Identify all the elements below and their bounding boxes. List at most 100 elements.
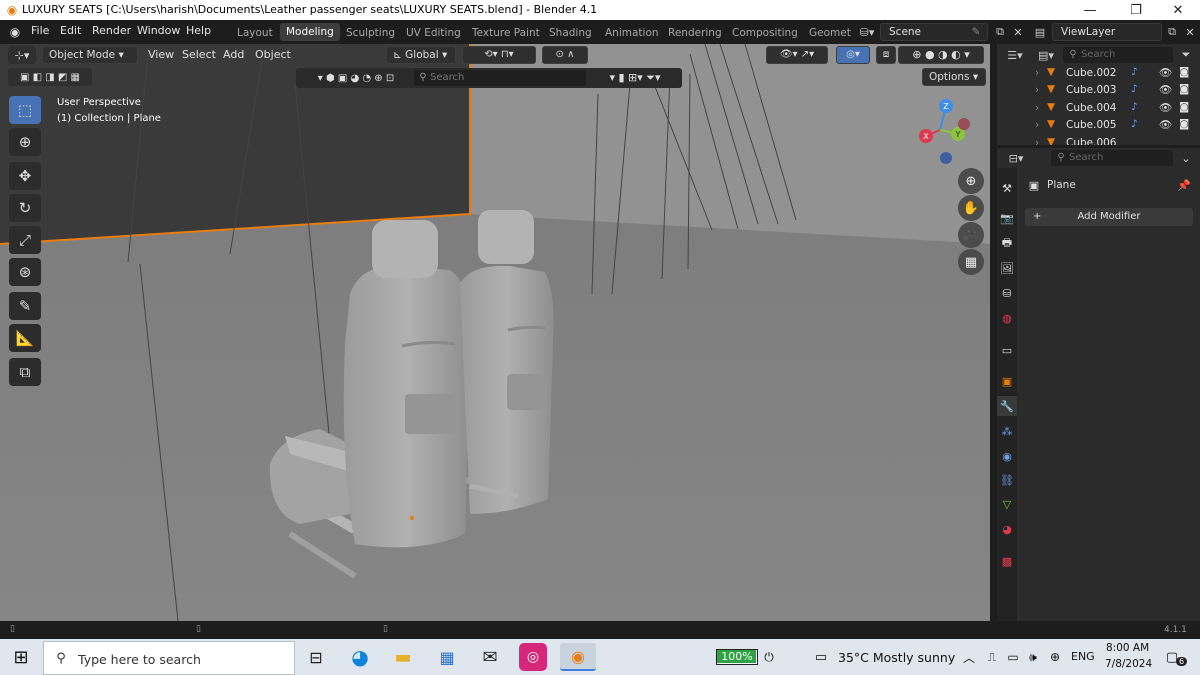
viewport-menu-add[interactable]: Add [223,48,244,61]
tab-animation[interactable]: Animation [605,27,659,39]
viewport-menu-view[interactable]: View [148,48,174,61]
modifier-tab-icon[interactable]: 🔧 [997,396,1017,416]
shading-mode-icon[interactable]: ⊕ ● ◑ ◐ ▾ [898,46,984,64]
viewport-menu-object[interactable]: Object [255,48,291,61]
windows-start-icon[interactable]: ⊞ [6,643,36,671]
orientation-dropdown[interactable]: ⊾ Global ▾ [386,46,456,64]
filter-icon[interactable]: ▾ ▮ ⊞▾ ⏷▾ [592,70,678,86]
battery-indicator[interactable]: 100% [716,649,758,665]
outliner-type-icon[interactable]: ☰▾ [1002,47,1028,63]
eye-icon[interactable]: 👁 [1159,118,1172,131]
move-tool[interactable]: ✥ [9,162,41,190]
select-box-tool[interactable]: ⬚ [9,96,41,124]
scale-tool[interactable]: ⤢ [9,226,41,254]
tab-shading[interactable]: Shading [549,27,592,39]
usb-icon[interactable]: ⎍ [984,649,1000,665]
eye-icon[interactable]: 👁 [1159,83,1172,96]
scene-tab-icon[interactable]: ⛁ [997,283,1017,303]
chevron-up-icon[interactable]: ︿ [962,649,976,665]
constraints-tab-icon[interactable]: ⛓ [997,470,1017,490]
viewport-menu-select[interactable]: Select [182,48,216,61]
outliner-row[interactable]: › ▼ Cube.002 ♪ 👁 ◙ [997,65,1200,82]
camera-icon[interactable]: ◙ [1179,66,1189,78]
delete-view-layer-icon[interactable]: ✕ [1182,24,1198,40]
menu-edit[interactable]: Edit [60,24,81,37]
minimize-button[interactable]: — [1068,0,1112,20]
tool-tab-icon[interactable]: ⚒ [997,178,1017,198]
properties-type-icon[interactable]: ⊟▾ [1003,150,1029,166]
weather-icon[interactable]: ▭ [810,649,832,665]
output-tab-icon[interactable]: 🖶 [997,233,1017,253]
expand-icon[interactable]: › [1035,137,1039,145]
tab-sculpting[interactable]: Sculpting [346,27,395,39]
scene-selector-icon[interactable]: ⛁▾ [854,24,880,40]
chevron-down-icon[interactable]: ⌄ [1177,150,1195,166]
view-layer-tab-icon[interactable]: 🖼 [997,258,1017,278]
particles-tab-icon[interactable]: ⁂ [997,421,1017,441]
maximize-button[interactable]: ❐ [1114,0,1158,20]
zoom-icon[interactable]: ⊕ [958,168,984,194]
filter-icon[interactable]: ⏷ [1177,47,1195,63]
cursor-tool[interactable]: ⊕ [9,128,41,156]
add-cube-tool[interactable]: ⧉ [9,358,41,386]
proportional-edit-icon[interactable]: ⊙ ∧ [542,46,588,64]
eye-icon[interactable]: 👁 [1159,66,1172,79]
texture-tab-icon[interactable]: ▩ [997,551,1017,571]
navigation-gizmo[interactable]: Z X Y [912,94,976,164]
collection-filter-icons[interactable]: ▾ ⬢ ▣ ◕ ◔ ⊕ ⊡ [300,70,412,86]
expand-icon[interactable]: › [1035,102,1039,114]
eye-icon[interactable]: 👁 [1159,101,1172,114]
ortho-grid-icon[interactable]: ▦ [958,249,984,275]
data-tab-icon[interactable]: ▽ [997,494,1017,514]
object-tab-icon[interactable]: ▣ [997,371,1017,391]
physics-tab-icon[interactable]: ◉ [997,446,1017,466]
measure-tool[interactable]: 📐 [9,324,41,352]
tab-rendering[interactable]: Rendering [668,27,722,39]
camera-icon[interactable]: ◙ [1179,101,1189,113]
close-button[interactable]: ✕ [1156,0,1200,20]
view-layer-field[interactable]: ViewLayer [1052,23,1162,41]
volume-icon[interactable]: 🕪 [1024,649,1042,665]
tab-texture-paint[interactable]: Texture Paint [472,27,540,39]
edge-icon[interactable]: ◕ [346,643,374,671]
material-tab-icon[interactable]: ◕ [997,519,1017,539]
properties-search-input[interactable]: ⚲ Search [1051,150,1173,166]
xray-icon[interactable]: ⧈ [876,46,896,64]
taskbar-search-input[interactable]: ⚲ Type here to search [43,641,295,675]
editor-type-icon[interactable]: ⊹▾ [8,46,36,64]
world-tab-icon[interactable]: ◍ [997,308,1017,328]
tab-layout[interactable]: Layout [237,27,273,39]
outliner-search-input[interactable]: ⚲ Search [1063,47,1173,63]
view-layer-icon[interactable]: ▤ [1030,24,1050,40]
camera-icon[interactable]: ◙ [1179,118,1189,130]
language-indicator[interactable]: ENG [1071,650,1095,663]
blender-menu-icon[interactable]: ◉ [7,24,23,40]
expand-icon[interactable]: › [1035,84,1039,96]
outliner-row[interactable]: › ▼ Cube.004 ♪ 👁 ◙ [997,100,1200,117]
collection-tab-icon[interactable]: ▭ [997,340,1017,360]
expand-icon[interactable]: › [1035,119,1039,131]
scene-field[interactable]: Scene ✎ [880,23,988,41]
display-mode-icon[interactable]: ▤▾ [1033,47,1059,63]
new-view-layer-icon[interactable]: ⧉ [1164,24,1180,40]
tab-compositing[interactable]: Compositing [732,27,798,39]
tab-modeling[interactable]: Modeling [280,23,340,41]
new-scene-icon[interactable]: ⧉ [992,24,1008,40]
annotate-tool[interactable]: ✎ [9,292,41,320]
tab-geometry[interactable]: Geomet [809,27,851,39]
add-modifier-button[interactable]: + Add Modifier [1025,208,1193,226]
options-dropdown[interactable]: Options ▾ [922,68,986,86]
file-explorer-icon[interactable]: ▬ [389,643,417,671]
overlay-icon[interactable]: ◎▾ [836,46,870,64]
network-icon[interactable]: ⊕ [1046,649,1064,665]
mail-icon[interactable]: ✉ [476,643,504,671]
blender-taskbar-icon[interactable]: ◉ [560,643,596,671]
tab-uv-editing[interactable]: UV Editing [406,27,461,39]
delete-scene-icon[interactable]: ✕ [1010,24,1026,40]
pan-hand-icon[interactable]: ✋ [958,195,984,221]
render-tab-icon[interactable]: 📷 [997,208,1017,228]
outliner-row[interactable]: › ▼ Cube.003 ♪ 👁 ◙ [997,82,1200,99]
menu-render[interactable]: Render [92,24,131,37]
instagram-icon[interactable]: ◎ [519,643,547,671]
viewport-search-input[interactable]: ⚲ Search [414,70,586,86]
